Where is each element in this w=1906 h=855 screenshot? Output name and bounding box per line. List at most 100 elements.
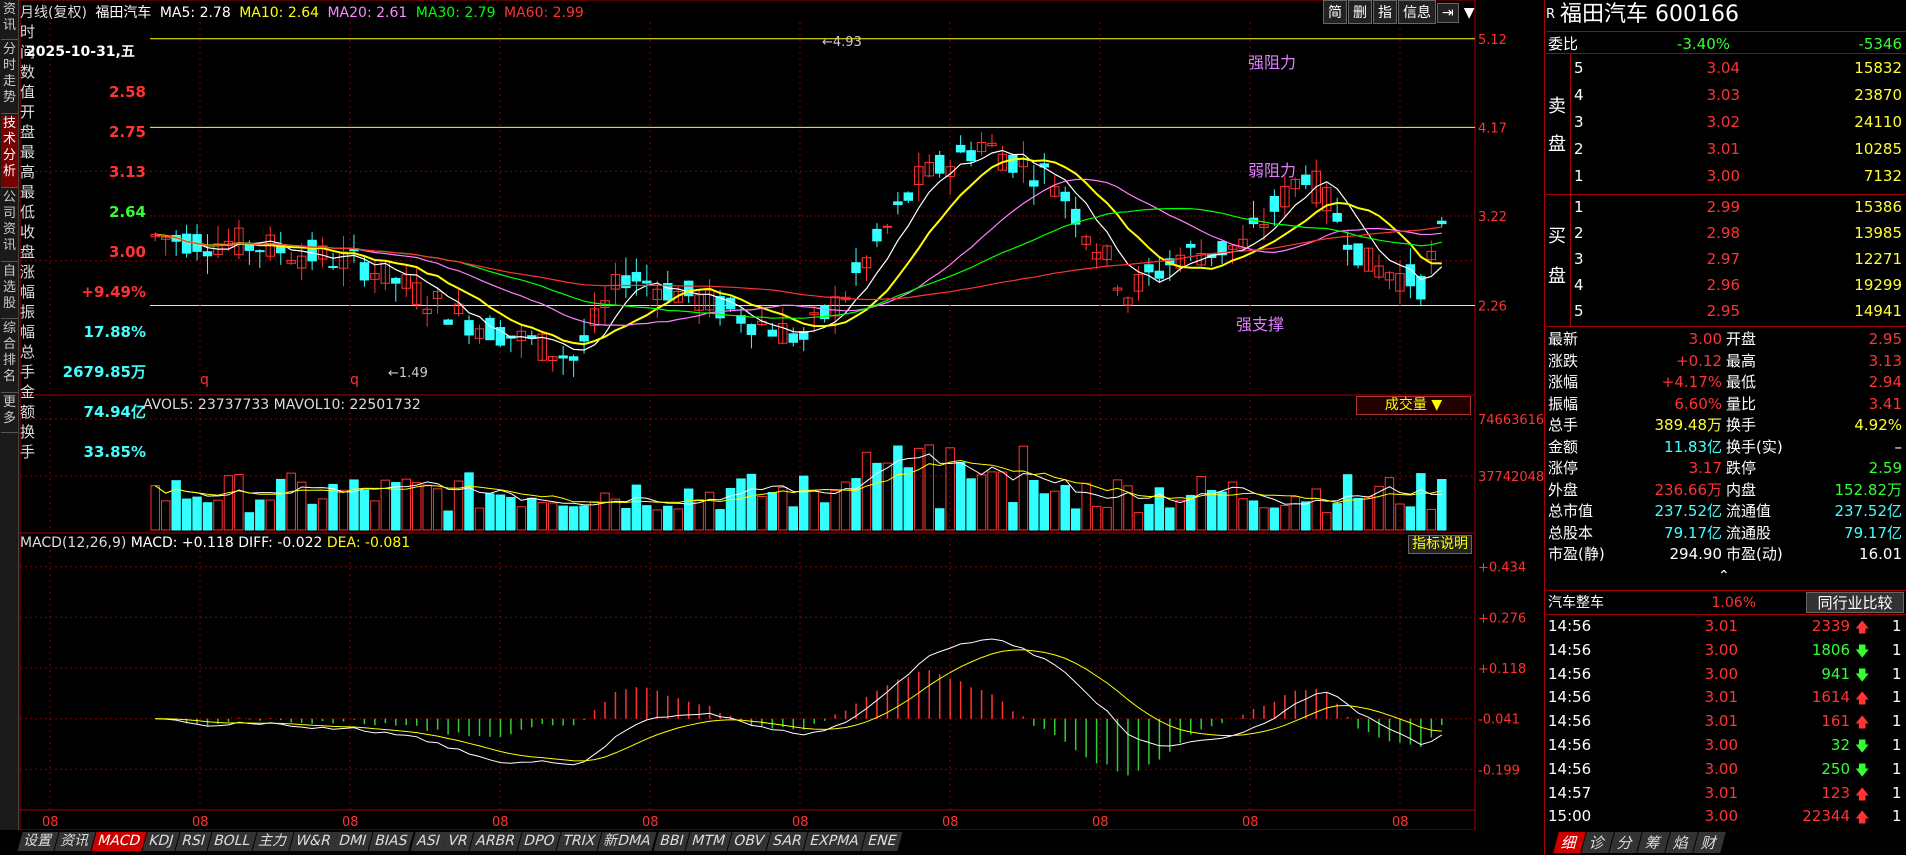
- x-axis-label: 08: [642, 815, 659, 830]
- volume-legend: AVOL5: 23737733 MAVOL10: 22501732: [143, 397, 421, 413]
- volume-bar: [882, 462, 893, 531]
- tab-dmi[interactable]: DMI: [332, 832, 374, 851]
- volume-bar: [276, 478, 286, 531]
- candle-body: [872, 228, 882, 242]
- data-amp: 17.88%: [83, 323, 146, 341]
- volume-bar: [767, 492, 778, 531]
- tab-mtm[interactable]: MTM: [685, 832, 733, 851]
- volume-bar: [411, 482, 422, 531]
- toolbar-button-3[interactable]: 信息: [1398, 0, 1436, 24]
- data-close: 3.00: [108, 243, 146, 261]
- indicator-help-button[interactable]: 指标说明: [1408, 535, 1472, 554]
- volume-bar: [1081, 482, 1091, 531]
- ask-row: 24110: [1854, 113, 1902, 131]
- toolbar-button-1[interactable]: 删: [1348, 0, 1372, 24]
- industry-compare-button[interactable]: 同行业比较: [1806, 592, 1904, 613]
- x-axis-label: 08: [1392, 815, 1409, 830]
- macd-axis-label: +0.276: [1478, 611, 1526, 626]
- x-axis-label: 08: [1242, 815, 1259, 830]
- collapse-icon[interactable]: ⌃: [1718, 568, 1730, 584]
- quote-row: 2.59: [1868, 459, 1902, 477]
- volume-bar: [757, 496, 767, 531]
- kline-chart[interactable]: 5.12 4.17 3.22 2.26 74663616 37742048 +0.434 +0…: [0, 0, 1544, 830]
- candle-body: [1301, 174, 1311, 186]
- toolbar-button-0[interactable]: 简: [1323, 0, 1347, 24]
- tab-设置[interactable]: 设置: [17, 832, 60, 851]
- bid-row: 13985: [1854, 224, 1902, 242]
- volume-bar: [1353, 497, 1363, 531]
- volume-bar: [1384, 477, 1395, 531]
- volume-bar: [1238, 498, 1248, 531]
- bid-row: 2.96: [1706, 276, 1740, 294]
- up-arrow-icon: 🡅: [1855, 715, 1870, 732]
- quote-row: 跌停: [1726, 459, 1757, 477]
- volume-bar: [537, 502, 547, 531]
- x-axis-label: 08: [492, 815, 509, 830]
- ask-row: 23870: [1854, 86, 1902, 104]
- volume-bar: [359, 489, 370, 531]
- volume-bar: [255, 499, 265, 531]
- weibi-row: 委比: [1548, 35, 1579, 53]
- volume-bar: [987, 471, 997, 531]
- volume-bar: [934, 508, 945, 531]
- toolbar-button-4[interactable]: ⇥: [1437, 3, 1459, 23]
- volume-bar: [244, 512, 255, 531]
- candle-body: [642, 280, 652, 284]
- ma60-label: MA60: 2.99: [504, 5, 584, 21]
- tab-bias[interactable]: BIAS: [368, 832, 416, 851]
- tab-trix[interactable]: TRIX: [556, 832, 603, 851]
- tab-obv[interactable]: OBV: [727, 832, 772, 851]
- ask-row: 3: [1574, 113, 1584, 131]
- data-value: 2.58: [108, 83, 146, 101]
- candle-body: [955, 144, 966, 153]
- data-open: 2.75: [108, 123, 146, 141]
- volume-bar: [443, 510, 453, 531]
- ask-row: 4: [1574, 86, 1584, 104]
- volume-bar: [1102, 506, 1112, 531]
- strong-resistance-label: 强阻力: [1248, 53, 1296, 72]
- tab-expma[interactable]: EXPMA: [803, 832, 867, 851]
- quote-row: +0.12: [1676, 351, 1722, 370]
- volume-bar: [1196, 475, 1206, 531]
- toolbar-button-2[interactable]: 指: [1373, 0, 1397, 24]
- up-arrow-icon: 🡅: [1855, 786, 1870, 803]
- tab-资讯[interactable]: 资讯: [54, 832, 97, 851]
- tab-kdj[interactable]: KDJ: [142, 832, 181, 851]
- quote-row: 总手: [1548, 416, 1579, 434]
- trade-volume: 941: [1821, 664, 1850, 683]
- candle-body: [359, 262, 370, 281]
- divider: [1546, 31, 1906, 32]
- tab-新dma[interactable]: 新DMA: [597, 832, 659, 851]
- candle-body: [903, 192, 914, 201]
- ask-row: 3.00: [1706, 167, 1740, 185]
- tab-w&r[interactable]: W&R: [289, 832, 338, 851]
- strong-support-label: 强支撑: [1236, 315, 1284, 334]
- data-date: 2025-10-31,五: [26, 44, 135, 60]
- volume-indicator-select[interactable]: 成交量 ▼: [1356, 396, 1471, 415]
- tab-boll[interactable]: BOLL: [207, 832, 258, 851]
- tab-sar[interactable]: SAR: [766, 832, 809, 851]
- volume-bar: [924, 444, 934, 531]
- tab-主力[interactable]: 主力: [252, 832, 295, 851]
- quote-row: 金额: [1548, 437, 1579, 456]
- tab-macd[interactable]: MACD: [91, 832, 148, 851]
- price-axis-label: 5.12: [1478, 33, 1507, 48]
- candle-body: [1008, 154, 1018, 173]
- price-axis-label: 2.26: [1478, 299, 1507, 314]
- volume-bar: [610, 498, 621, 531]
- trade-volume: 2339: [1811, 617, 1850, 635]
- ask-row: 2: [1574, 140, 1584, 158]
- right-tab-5[interactable]: 财: [1693, 832, 1726, 853]
- candle-body: [1060, 191, 1070, 202]
- tab-arbr[interactable]: ARBR: [469, 832, 523, 851]
- tab-rsi[interactable]: RSI: [175, 832, 213, 851]
- avol5-label: AVOL5: 23737733: [143, 397, 270, 413]
- tab-dpo[interactable]: DPO: [517, 832, 562, 851]
- toolbar-dropdown-button[interactable]: ▼: [1460, 4, 1479, 22]
- quote-row: 236.66万: [1654, 480, 1723, 499]
- quote-row: 流通值: [1726, 502, 1772, 520]
- trade-time: 14:56: [1548, 640, 1592, 659]
- tab-ene[interactable]: ENE: [861, 832, 904, 851]
- quote-row: 79.17亿: [1844, 523, 1902, 542]
- data-window: 时间 2025-10-31,五 数值 2.58 开盘 2.75 最高 3.13 最低 2.64 收盘…: [20, 22, 146, 472]
